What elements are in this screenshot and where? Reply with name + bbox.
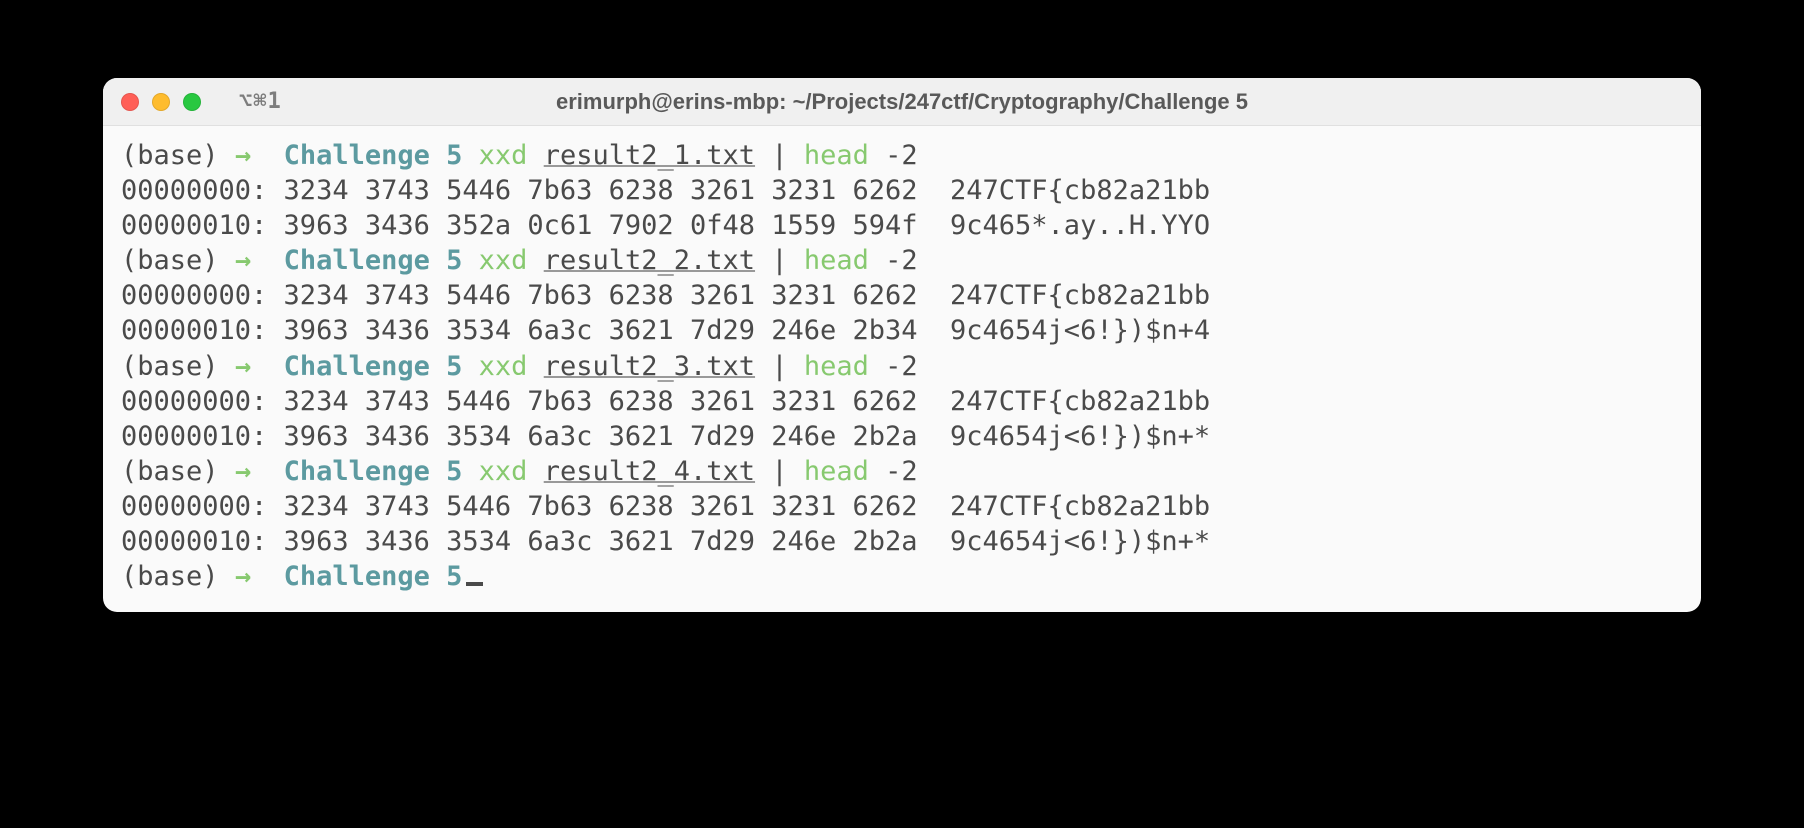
cursor-icon	[466, 582, 483, 586]
command-name: xxd	[479, 351, 528, 382]
prompt-cwd: Challenge 5	[284, 561, 463, 592]
tab-indicator: ⌥⌘1	[239, 89, 282, 114]
command-name: head	[804, 245, 869, 276]
fullscreen-icon[interactable]	[183, 93, 201, 111]
prompt-arrow-icon: →	[235, 140, 251, 171]
command-arg: -2	[885, 245, 918, 276]
output-line: 00000000: 3234 3743 5446 7b63 6238 3261 …	[121, 489, 1683, 524]
output-line: 00000010: 3963 3436 3534 6a3c 3621 7d29 …	[121, 313, 1683, 348]
command-name: xxd	[479, 140, 528, 171]
command-arg: -2	[885, 140, 918, 171]
command-file: result2_1.txt	[544, 140, 755, 171]
prompt-line: (base) → Challenge 5 xxd result2_2.txt |…	[121, 243, 1683, 278]
pipe-icon: |	[771, 245, 787, 276]
output-line: 00000000: 3234 3743 5446 7b63 6238 3261 …	[121, 278, 1683, 313]
command-arg: -2	[885, 351, 918, 382]
prompt-line: (base) → Challenge 5 xxd result2_3.txt |…	[121, 349, 1683, 384]
terminal-window: ⌥⌘1 erimurph@erins-mbp: ~/Projects/247ct…	[103, 78, 1701, 612]
minimize-icon[interactable]	[152, 93, 170, 111]
command-name: head	[804, 140, 869, 171]
prompt-env: (base)	[121, 351, 219, 382]
command-file: result2_4.txt	[544, 456, 755, 487]
close-icon[interactable]	[121, 93, 139, 111]
prompt-cwd: Challenge 5	[284, 140, 463, 171]
prompt-env: (base)	[121, 245, 219, 276]
prompt-cwd: Challenge 5	[284, 245, 463, 276]
traffic-lights	[121, 93, 201, 111]
prompt-env: (base)	[121, 561, 219, 592]
command-name: head	[804, 351, 869, 382]
command-file: result2_2.txt	[544, 245, 755, 276]
output-line: 00000010: 3963 3436 352a 0c61 7902 0f48 …	[121, 208, 1683, 243]
prompt-line[interactable]: (base) → Challenge 5	[121, 559, 1683, 594]
prompt-cwd: Challenge 5	[284, 456, 463, 487]
window-titlebar: ⌥⌘1 erimurph@erins-mbp: ~/Projects/247ct…	[103, 78, 1701, 126]
prompt-env: (base)	[121, 456, 219, 487]
pipe-icon: |	[771, 456, 787, 487]
command-file: result2_3.txt	[544, 351, 755, 382]
prompt-env: (base)	[121, 140, 219, 171]
output-line: 00000010: 3963 3436 3534 6a3c 3621 7d29 …	[121, 524, 1683, 559]
output-line: 00000000: 3234 3743 5446 7b63 6238 3261 …	[121, 384, 1683, 419]
terminal-content[interactable]: (base) → Challenge 5 xxd result2_1.txt |…	[103, 126, 1701, 612]
output-line: 00000000: 3234 3743 5446 7b63 6238 3261 …	[121, 173, 1683, 208]
prompt-arrow-icon: →	[235, 351, 251, 382]
command-name: xxd	[479, 245, 528, 276]
prompt-arrow-icon: →	[235, 561, 251, 592]
command-arg: -2	[885, 456, 918, 487]
prompt-cwd: Challenge 5	[284, 351, 463, 382]
prompt-arrow-icon: →	[235, 456, 251, 487]
pipe-icon: |	[771, 140, 787, 171]
window-title: erimurph@erins-mbp: ~/Projects/247ctf/Cr…	[556, 89, 1248, 115]
command-name: xxd	[479, 456, 528, 487]
pipe-icon: |	[771, 351, 787, 382]
output-line: 00000010: 3963 3436 3534 6a3c 3621 7d29 …	[121, 419, 1683, 454]
command-name: head	[804, 456, 869, 487]
prompt-line: (base) → Challenge 5 xxd result2_1.txt |…	[121, 138, 1683, 173]
prompt-arrow-icon: →	[235, 245, 251, 276]
prompt-line: (base) → Challenge 5 xxd result2_4.txt |…	[121, 454, 1683, 489]
